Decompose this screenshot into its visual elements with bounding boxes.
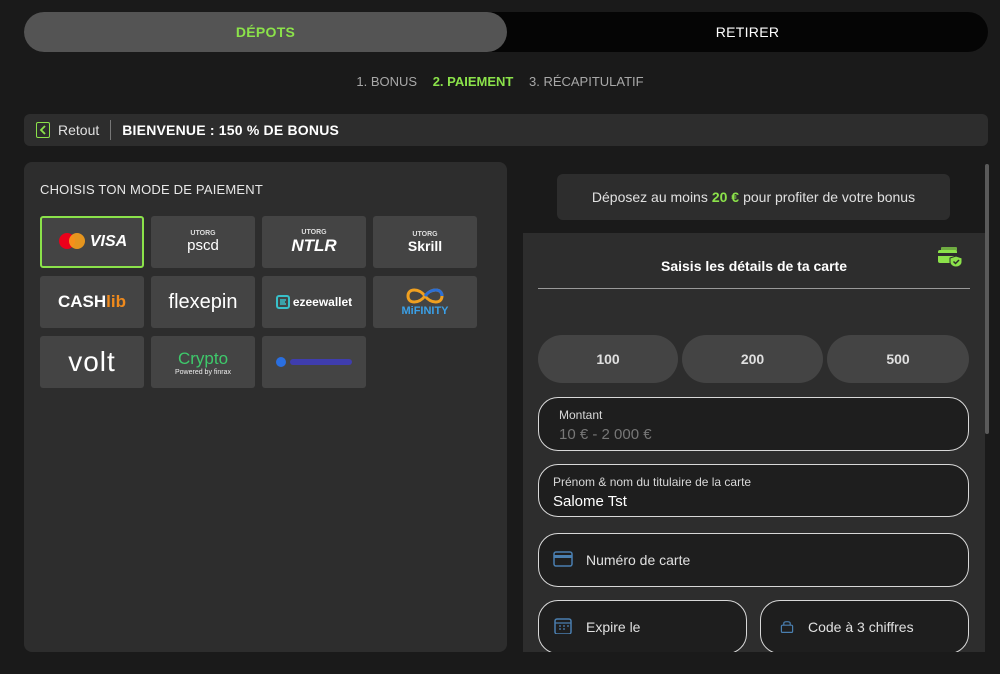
bonus-title: BIENVENUE : 150 % DE BONUS	[122, 122, 340, 138]
ezeewallet-label: ezeewallet	[292, 295, 353, 309]
payment-logo-icon	[276, 357, 352, 367]
method-volt[interactable]: volt	[40, 336, 144, 388]
bonus-notice: Déposez au moins 20 € pour profiter de v…	[557, 174, 950, 220]
amount-200-button[interactable]: 200	[682, 335, 823, 383]
back-label: Retout	[58, 122, 100, 138]
step-payment: 2. PAIEMENT	[432, 74, 514, 89]
payment-methods-title: CHOISIS TON MODE DE PAIEMENT	[40, 182, 264, 197]
payment-methods-panel: CHOISIS TON MODE DE PAIEMENT VISA UTORG …	[24, 162, 507, 652]
scrollbar[interactable]	[985, 164, 989, 434]
pscd-label: pscd	[187, 237, 219, 254]
method-visa-mastercard[interactable]: VISA	[40, 216, 144, 268]
utorg-label: UTORG	[301, 228, 327, 236]
step-bonus: 1. BONUS	[356, 74, 418, 89]
credit-card-icon	[553, 551, 573, 567]
utorg-label: UTORG	[412, 230, 438, 238]
calendar-icon	[554, 618, 572, 634]
amount-label: Montant	[559, 408, 603, 422]
card-form-title: Saisis les détails de ta carte	[661, 257, 847, 274]
method-utorg-ntlr[interactable]: UTORG NTLR	[262, 216, 366, 268]
tab-deposit[interactable]: DÉPOTS	[24, 12, 507, 52]
lock-icon	[780, 621, 794, 634]
payment-methods-grid: VISA UTORG pscd UTORG NTLR UTORG Skrill …	[40, 216, 477, 388]
skrill-label: Skrill	[407, 237, 443, 254]
mifinity-label: MiFINITY	[401, 305, 449, 317]
method-utorg-pscd[interactable]: UTORG pscd	[151, 216, 255, 268]
visa-label: VISA	[89, 233, 128, 250]
chevron-left-icon	[36, 122, 50, 138]
method-ezeewallet[interactable]: ezeewallet	[262, 276, 366, 328]
step-summary: 3. RÉCAPITULATIF	[528, 74, 644, 89]
card-number-placeholder: Numéro de carte	[586, 551, 691, 568]
expiry-placeholder: Expire le	[586, 618, 641, 635]
secure-card-icon	[938, 247, 963, 268]
volt-label: volt	[68, 346, 116, 377]
amount-500-button[interactable]: 500	[827, 335, 969, 383]
method-extra[interactable]	[262, 336, 366, 388]
ezeewallet-icon	[275, 295, 290, 309]
notice-amount: 20 €	[711, 189, 740, 205]
cashlib-label-b: lib	[106, 292, 126, 311]
card-form: Saisis les détails de ta carte 100 200 5…	[523, 233, 985, 652]
cashlib-label-a: CASH	[57, 292, 107, 311]
tab-withdraw[interactable]: RETIRER	[507, 12, 988, 52]
deposit-withdraw-tabs: DÉPOTS RETIRER	[24, 12, 988, 52]
mastercard-icon	[58, 233, 85, 249]
method-cashlib[interactable]: CASH lib	[40, 276, 144, 328]
cvv-field[interactable]: Code à 3 chiffres	[760, 600, 969, 652]
method-flexepin[interactable]: flexepin	[151, 276, 255, 328]
back-button[interactable]: Retout	[36, 122, 99, 138]
step-indicator: 1. BONUS 2. PAIEMENT 3. RÉCAPITULATIF	[0, 74, 1000, 89]
method-crypto-finrax[interactable]: Crypto Powered by finrax	[151, 336, 255, 388]
method-utorg-skrill[interactable]: UTORG Skrill	[373, 216, 477, 268]
method-mifinity[interactable]: MiFINITY	[373, 276, 477, 328]
divider	[110, 120, 112, 140]
cardholder-name-field[interactable]: Prénom & nom du titulaire de la carte Sa…	[538, 464, 969, 517]
crypto-label: Crypto	[177, 348, 229, 368]
cardholder-name-value: Salome Tst	[553, 493, 627, 510]
cvv-placeholder: Code à 3 chiffres	[808, 618, 914, 635]
ntlr-label: NTLR	[291, 235, 337, 255]
amount-placeholder: 10 € - 2 000 €	[559, 426, 652, 443]
back-bar: Retout BIENVENUE : 150 % DE BONUS	[24, 114, 988, 146]
infinity-icon	[406, 288, 444, 304]
card-number-field[interactable]: Numéro de carte	[538, 533, 969, 587]
flexepin-label: flexepin	[168, 290, 238, 313]
crypto-sub-label: Powered by finrax	[174, 368, 232, 376]
expiry-field[interactable]: Expire le	[538, 600, 747, 652]
card-details-panel: Déposez au moins 20 € pour profiter de v…	[523, 162, 985, 652]
utorg-label: UTORG	[190, 230, 216, 237]
notice-suffix: pour profiter de votre bonus	[743, 189, 916, 205]
cardholder-name-label: Prénom & nom du titulaire de la carte	[553, 475, 752, 489]
amount-100-button[interactable]: 100	[538, 335, 678, 383]
notice-prefix: Déposez au moins	[591, 189, 708, 205]
card-form-header: Saisis les détails de ta carte	[538, 243, 970, 289]
amount-field[interactable]: Montant 10 € - 2 000 €	[538, 397, 969, 451]
